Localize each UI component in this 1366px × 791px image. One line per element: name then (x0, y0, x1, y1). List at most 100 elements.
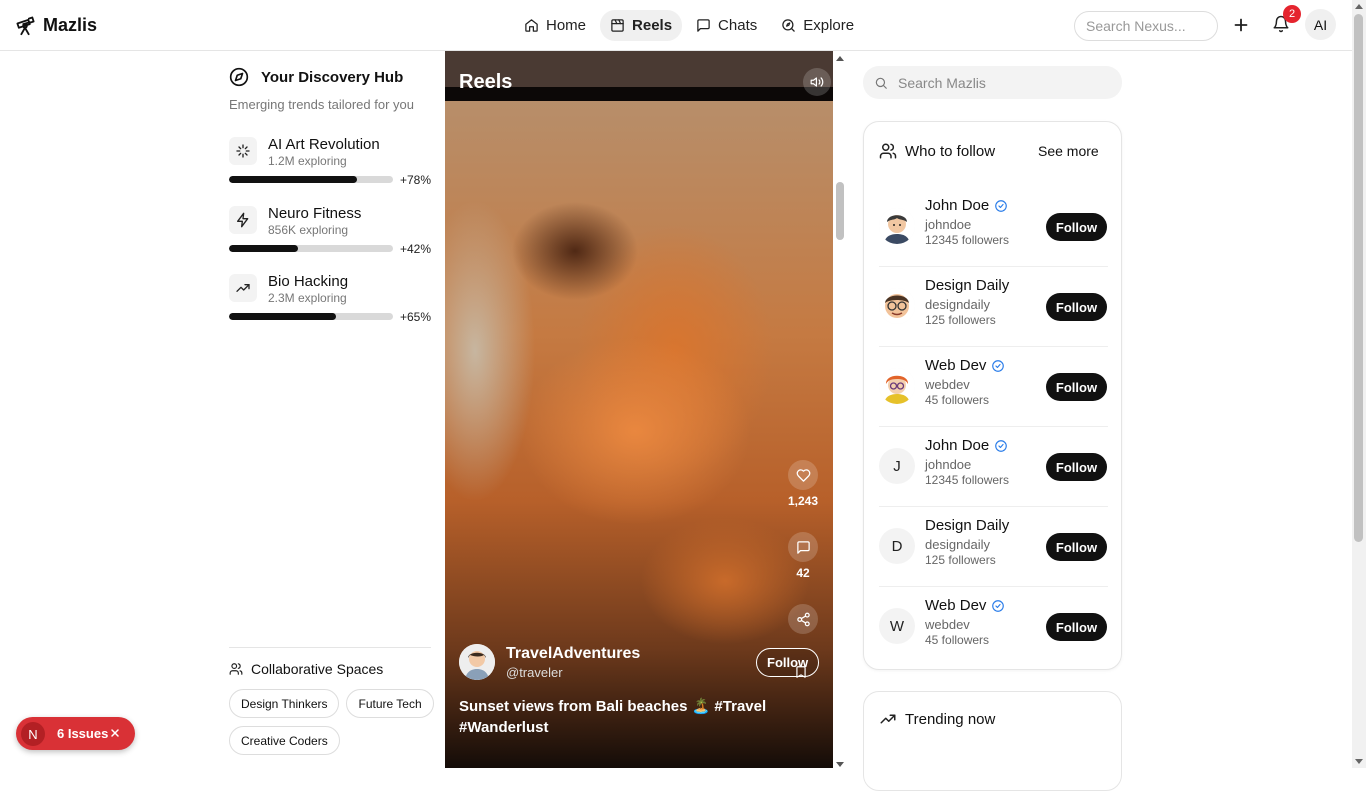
nav-explore[interactable]: Explore (771, 10, 864, 41)
user-handle: designdaily (925, 537, 991, 552)
scroll-thumb[interactable] (1354, 14, 1363, 542)
trend-item[interactable]: Bio Hacking 2.3M exploring +65% (229, 272, 431, 327)
user-name: Web Dev (925, 597, 1005, 614)
nav-reels[interactable]: Reels (600, 10, 683, 41)
nav-home[interactable]: Home (514, 10, 596, 41)
user-followers: 12345 followers (925, 473, 1010, 487)
app-name: Mazlis (43, 14, 98, 35)
compass-icon (229, 67, 249, 87)
user-name: John Doe (925, 197, 1008, 214)
user-name: John Doe (925, 437, 1008, 454)
scroll-down-arrow[interactable] (1355, 759, 1363, 764)
verified-icon (991, 599, 1005, 613)
who-to-follow-title: Who to follow (879, 142, 995, 160)
trend-item[interactable]: Neuro Fitness 856K exploring +42% (229, 204, 431, 259)
suggested-user[interactable]: Design Daily designdaily 125 followers F… (879, 267, 1108, 347)
follow-button[interactable]: Follow (1046, 213, 1107, 241)
comment-icon (796, 540, 811, 555)
trend-name: AI Art Revolution (268, 136, 380, 153)
user-avatar[interactable] (879, 288, 915, 324)
suggested-user[interactable]: J John Doe johndoe 12345 followers Follo… (879, 427, 1108, 507)
trend-name: Neuro Fitness (268, 205, 362, 222)
user-handle: johndoe (925, 217, 972, 232)
close-icon[interactable] (109, 727, 121, 739)
discovery-title: Your Discovery Hub (229, 67, 403, 87)
user-name-text: Design Daily (925, 277, 1010, 294)
space-chip[interactable]: Future Tech (346, 689, 434, 718)
reel-username[interactable]: TravelAdventures (506, 645, 640, 663)
trend-count: 1.2M exploring (268, 154, 347, 168)
follow-button[interactable]: Follow (1046, 613, 1107, 641)
user-name: Design Daily (925, 277, 1009, 294)
comment-button[interactable] (788, 532, 818, 562)
user-avatar[interactable] (879, 368, 915, 404)
follow-button[interactable]: Follow (1046, 453, 1107, 481)
follow-button[interactable]: Follow (1046, 293, 1107, 321)
user-handle: designdaily (925, 297, 991, 312)
reel-handle: @traveler (506, 665, 563, 680)
verified-icon (994, 199, 1008, 213)
trending-title: Trending now (879, 710, 995, 728)
verified-icon (994, 439, 1008, 453)
reel-scrollbar[interactable] (833, 51, 847, 768)
reel-player[interactable]: Reels 1,243 42 TravelAdventures @travele… (445, 51, 833, 768)
space-chip[interactable]: Creative Coders (229, 726, 340, 755)
share-button[interactable] (788, 604, 818, 634)
user-followers: 45 followers (925, 393, 990, 407)
trend-count: 2.3M exploring (268, 291, 347, 305)
who-to-follow-text: Who to follow (905, 142, 996, 160)
user-avatar[interactable] (879, 208, 915, 244)
trending-up-icon (879, 710, 897, 728)
like-button[interactable] (788, 460, 818, 490)
user-avatar[interactable]: W (879, 608, 915, 644)
notification-badge: 2 (1283, 5, 1301, 23)
main-nav: Home Reels Chats Explore (514, 10, 864, 41)
reel-user-avatar[interactable] (459, 644, 495, 680)
mute-button[interactable] (803, 68, 831, 96)
plus-icon (1230, 14, 1252, 36)
issues-badge[interactable]: N 6 Issues (16, 717, 135, 750)
follow-button[interactable]: Follow (1046, 373, 1107, 401)
search-icon (874, 76, 888, 90)
suggested-user[interactable]: D Design Daily designdaily 125 followers… (879, 507, 1108, 587)
suggested-user[interactable]: John Doe johndoe 12345 followers Follow (879, 187, 1108, 267)
user-avatar[interactable]: AI (1305, 9, 1336, 40)
trending-title-text: Trending now (905, 710, 996, 728)
logo[interactable]: Mazlis (14, 14, 97, 36)
nav-chats[interactable]: Chats (686, 10, 767, 41)
user-avatar[interactable]: J (879, 448, 915, 484)
scroll-thumb[interactable] (836, 182, 844, 240)
suggested-user[interactable]: Web Dev webdev 45 followers Follow (879, 347, 1108, 427)
scroll-up-arrow[interactable] (1355, 4, 1363, 9)
trend-progress-bar (229, 313, 393, 320)
bookmark-button[interactable] (794, 664, 808, 680)
trend-progress-bar (229, 176, 393, 183)
page-scrollbar[interactable] (1352, 0, 1366, 768)
follow-button[interactable]: Follow (1046, 533, 1107, 561)
header-search-input[interactable] (1074, 11, 1218, 41)
nav-home-label: Home (546, 17, 587, 34)
comment-count: 42 (796, 566, 810, 580)
issues-initial: N (21, 722, 45, 746)
trending-card: Trending now (863, 691, 1122, 791)
user-avatar[interactable]: D (879, 528, 915, 564)
user-name-text: John Doe (925, 437, 990, 454)
suggested-user[interactable]: W Web Dev webdev 45 followers Follow (879, 587, 1108, 667)
users-icon (879, 142, 897, 160)
space-chip[interactable]: Design Thinkers (229, 689, 340, 718)
collab-chips: Design Thinkers Future Tech Creative Cod… (229, 689, 439, 755)
right-search-input[interactable] (898, 66, 1113, 99)
scroll-down-arrow[interactable] (836, 762, 844, 767)
scroll-up-arrow[interactable] (836, 56, 844, 61)
user-name-text: Web Dev (925, 357, 987, 374)
see-more-link[interactable]: See more (1038, 143, 1099, 159)
create-button[interactable] (1230, 14, 1252, 36)
trend-item[interactable]: AI Art Revolution 1.2M exploring +78% (229, 135, 431, 190)
reel-follow-button[interactable]: Follow (756, 648, 820, 677)
chat-icon (696, 18, 711, 33)
divider (229, 647, 431, 648)
nav-explore-label: Explore (803, 17, 855, 34)
trend-growth: +65% (400, 310, 432, 324)
home-icon (524, 18, 539, 33)
trending-up-icon (229, 274, 257, 302)
